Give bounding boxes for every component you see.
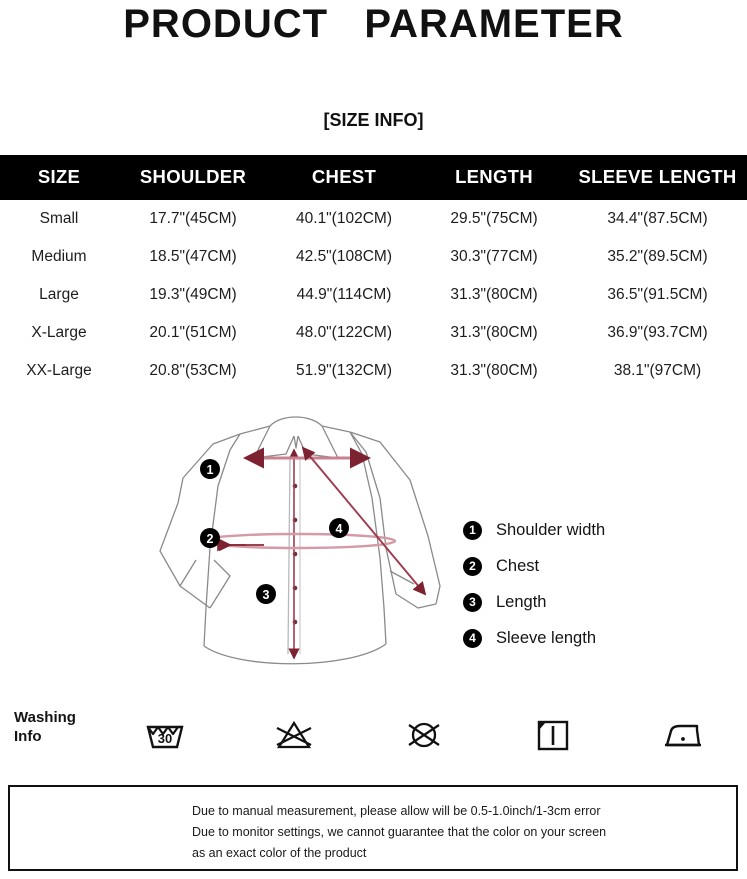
diagram-badge-4: 4	[329, 518, 349, 538]
shirt-diagram-svg: 1 2 3 4	[159, 416, 441, 665]
cell-shoulder: 20.8"(53CM)	[149, 362, 237, 379]
do-not-bleach-icon	[276, 720, 312, 749]
column-header-sleeve-length: SLEEVE LENGTH	[578, 166, 737, 187]
cell-chest: 48.0"(122CM)	[296, 324, 392, 341]
page-title: PRODUCT PARAMETER	[123, 2, 624, 46]
do-not-bleach-icon-wrap	[229, 714, 358, 754]
table-row: Small 17.7"(45CM) 40.1"(102CM) 29.5"(75C…	[0, 200, 747, 238]
disclaimer-line-1: Due to manual measurement, please allow …	[192, 804, 601, 818]
disclaimer-box: Due to manual measurement, please allow …	[8, 785, 738, 871]
line-dry-in-shade-icon-wrap	[488, 714, 617, 754]
cell-sleeve: 36.5"(91.5CM)	[607, 286, 708, 303]
legend-label-shoulder-width: Shoulder width	[496, 520, 606, 539]
cell-length: 31.3"(80CM)	[450, 324, 538, 341]
diagram-badge-3: 3	[256, 584, 276, 604]
cell-length: 31.3"(80CM)	[450, 362, 538, 379]
measurement-legend: 1 Shoulder width 2 Chest 3 Length 4 Slee…	[463, 512, 723, 656]
legend-label-chest: Chest	[496, 556, 540, 575]
legend-badge-2: 2	[463, 556, 482, 576]
cell-sleeve: 38.1"(97CM)	[613, 362, 702, 379]
diagram-badge-2: 2	[200, 528, 220, 548]
iron-low-heat-icon-wrap	[618, 714, 747, 754]
size-table: SIZE SHOULDER CHEST LENGTH SLEEVE LENGTH…	[0, 155, 747, 390]
cell-sleeve: 36.9"(93.7CM)	[607, 324, 708, 341]
legend-item-chest: 2 Chest	[463, 548, 723, 584]
legend-badge-4: 4	[463, 628, 482, 648]
legend-label-length: Length	[496, 592, 547, 611]
cell-size: Medium	[31, 248, 87, 265]
legend-item-length: 3 Length	[463, 584, 723, 620]
cell-chest: 42.5"(108CM)	[296, 248, 392, 265]
diagram-badge-1: 1	[200, 459, 220, 479]
iron-low-heat-icon	[665, 724, 702, 747]
cell-sleeve: 35.2"(89.5CM)	[607, 248, 708, 265]
svg-text:1: 1	[207, 463, 214, 477]
cell-size: X-Large	[31, 324, 87, 341]
wash-30-icon-wrap: 30	[100, 714, 229, 754]
table-row: XX-Large 20.8"(53CM) 51.9"(132CM) 31.3"(…	[0, 352, 747, 390]
shirt-measurement-diagram: 1 2 3 4	[118, 408, 478, 678]
legend-badge-1: 1	[463, 520, 482, 540]
table-row: Large 19.3"(49CM) 44.9"(114CM) 31.3"(80C…	[0, 276, 747, 314]
cell-size: Small	[39, 210, 79, 227]
svg-text:3: 3	[263, 588, 270, 602]
svg-text:4: 4	[336, 522, 343, 536]
cell-shoulder: 17.7"(45CM)	[149, 210, 237, 227]
cell-length: 31.3"(80CM)	[450, 286, 538, 303]
column-header-size: SIZE	[37, 166, 81, 187]
svg-text:30: 30	[157, 731, 171, 746]
cell-length: 29.5"(75CM)	[450, 210, 538, 227]
table-row: X-Large 20.1"(51CM) 48.0"(122CM) 31.3"(8…	[0, 314, 747, 352]
cell-chest: 51.9"(132CM)	[296, 362, 392, 379]
do-not-dry-clean-icon-wrap	[359, 714, 488, 754]
disclaimer-line-2: Due to monitor settings, we cannot guara…	[192, 825, 607, 839]
line-dry-in-shade-icon	[537, 720, 569, 751]
size-info-subtitle: [SIZE INFO]	[323, 110, 424, 130]
cell-sleeve: 34.4"(87.5CM)	[607, 210, 708, 227]
washing-icon-row: 30	[100, 698, 747, 770]
legend-label-sleeve-length: Sleeve length	[496, 628, 596, 647]
table-header-row: SIZE SHOULDER CHEST LENGTH SLEEVE LENGTH	[0, 155, 747, 200]
legend-item-shoulder-width: 1 Shoulder width	[463, 512, 723, 548]
cell-size: XX-Large	[26, 362, 92, 379]
column-header-chest: CHEST	[311, 166, 377, 187]
svg-text:2: 2	[207, 532, 214, 546]
cell-chest: 40.1"(102CM)	[296, 210, 392, 227]
wash-30-icon: 30	[146, 725, 184, 749]
column-header-length: LENGTH	[455, 166, 533, 187]
cell-shoulder: 19.3"(49CM)	[149, 286, 237, 303]
cell-length: 30.3"(77CM)	[450, 248, 538, 265]
cell-shoulder: 18.5"(47CM)	[149, 248, 237, 265]
disclaimer-text: Due to manual measurement, please allow …	[192, 801, 606, 864]
disclaimer-line-3: as an exact color of the product	[192, 846, 367, 860]
cell-shoulder: 20.1"(51CM)	[149, 324, 237, 341]
table-row: Medium 18.5"(47CM) 42.5"(108CM) 30.3"(77…	[0, 238, 747, 276]
legend-badge-3: 3	[463, 592, 482, 612]
do-not-dry-clean-icon	[407, 722, 440, 748]
cell-chest: 44.9"(114CM)	[296, 286, 392, 303]
chest-measure-ellipse	[199, 532, 397, 550]
washing-info-section: Washing Info 30	[0, 698, 747, 770]
cell-size: Large	[39, 286, 79, 303]
column-header-shoulder: SHOULDER	[139, 166, 247, 187]
sleeve-measure-line	[301, 446, 427, 596]
legend-item-sleeve-length: 4 Sleeve length	[463, 620, 723, 656]
